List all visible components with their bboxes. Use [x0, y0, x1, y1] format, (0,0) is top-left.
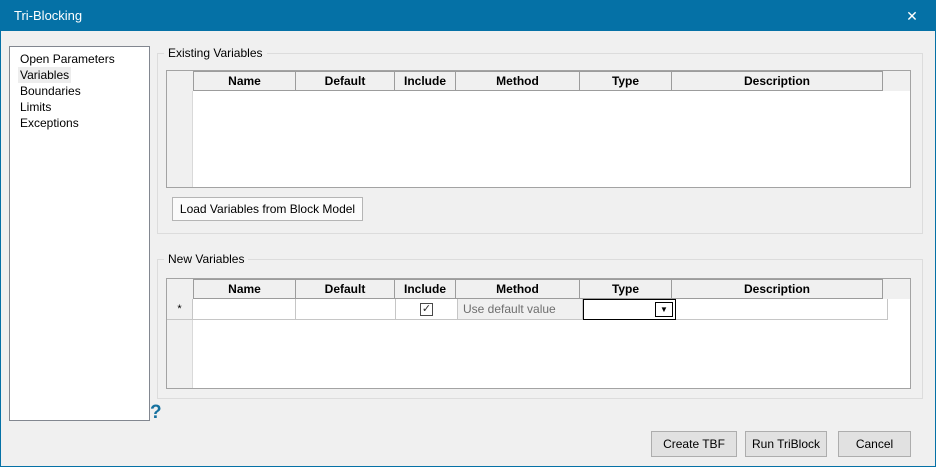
column-header-description[interactable]: Description: [671, 279, 883, 299]
sidebar-item-boundaries[interactable]: Boundaries: [10, 83, 149, 99]
help-button[interactable]: ?: [150, 400, 170, 426]
tri-blocking-dialog: Tri-Blocking ✕ Open Parameters Variables…: [0, 0, 936, 467]
existing-variables-group: Existing Variables Name Default Include …: [157, 45, 923, 234]
corner-header-cell: [167, 71, 193, 91]
column-header-type[interactable]: Type: [579, 279, 672, 299]
new-variables-group: New Variables Name Default Include Metho…: [157, 251, 923, 399]
column-header-include[interactable]: Include: [394, 71, 456, 91]
name-cell[interactable]: [193, 299, 296, 320]
method-cell: Use default value: [458, 299, 583, 320]
check-icon: ✓: [421, 302, 432, 315]
new-variables-table[interactable]: Name Default Include Method Type Descrip…: [166, 278, 911, 389]
sidebar-item-limits[interactable]: Limits: [10, 99, 149, 115]
include-cell: ✓: [396, 299, 458, 320]
column-header-include[interactable]: Include: [394, 279, 456, 299]
existing-variables-group-label: Existing Variables: [164, 45, 267, 61]
column-header-description[interactable]: Description: [671, 71, 883, 91]
window-title: Tri-Blocking: [14, 8, 83, 23]
include-checkbox[interactable]: ✓: [420, 302, 433, 316]
column-header-type[interactable]: Type: [579, 71, 672, 91]
column-header-default[interactable]: Default: [295, 71, 395, 91]
new-variables-group-label: New Variables: [164, 251, 249, 267]
row-filler: [888, 299, 910, 320]
new-variable-row: * ✓ Use default value ▼: [167, 299, 910, 320]
header-filler: [883, 279, 910, 299]
type-dropdown[interactable]: ▼: [583, 299, 676, 320]
column-header-name[interactable]: Name: [193, 279, 296, 299]
create-tbf-button[interactable]: Create TBF: [651, 431, 737, 457]
corner-header-cell: [167, 279, 193, 299]
column-header-name[interactable]: Name: [193, 71, 296, 91]
new-table-header: Name Default Include Method Type Descrip…: [167, 279, 910, 299]
run-triblock-button[interactable]: Run TriBlock: [745, 431, 827, 457]
chevron-down-icon: ▼: [660, 304, 668, 314]
sidebar-item-open-parameters[interactable]: Open Parameters: [10, 51, 149, 67]
type-dropdown-button[interactable]: ▼: [655, 302, 673, 317]
column-header-method[interactable]: Method: [455, 71, 580, 91]
sidebar-item-exceptions[interactable]: Exceptions: [10, 115, 149, 131]
cancel-button[interactable]: Cancel: [838, 431, 911, 457]
titlebar: Tri-Blocking ✕: [1, 1, 935, 31]
column-header-method[interactable]: Method: [455, 279, 580, 299]
existing-table-header: Name Default Include Method Type Descrip…: [167, 71, 910, 91]
default-cell[interactable]: [296, 299, 396, 320]
column-header-default[interactable]: Default: [295, 279, 395, 299]
sidebar-item-variables[interactable]: Variables: [10, 67, 149, 83]
load-variables-button[interactable]: Load Variables from Block Model: [172, 197, 363, 221]
close-icon: ✕: [906, 8, 918, 24]
description-cell[interactable]: [676, 299, 888, 320]
header-filler: [883, 71, 910, 91]
new-row-indicator: *: [167, 299, 193, 320]
parameters-listbox: Open Parameters Variables Boundaries Lim…: [9, 46, 150, 421]
close-button[interactable]: ✕: [889, 1, 935, 31]
existing-variables-table[interactable]: Name Default Include Method Type Descrip…: [166, 70, 911, 188]
help-icon: ?: [150, 402, 162, 423]
